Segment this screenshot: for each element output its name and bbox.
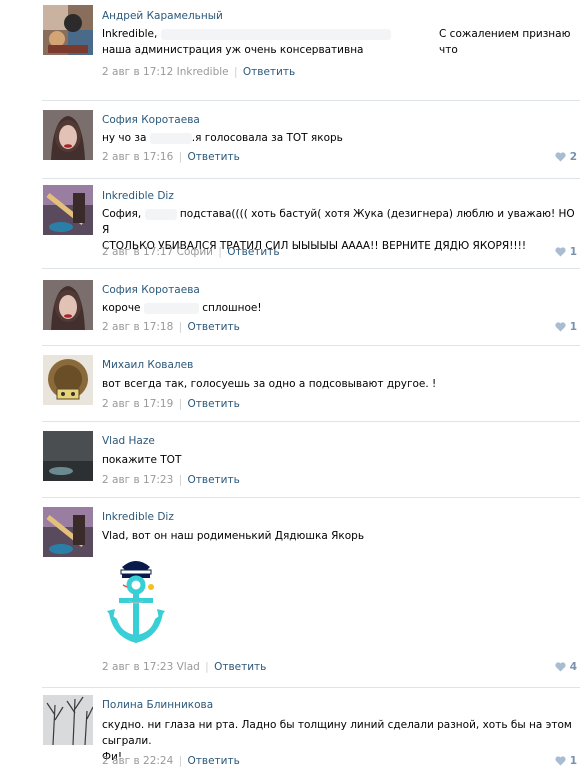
comment-date[interactable]: 2 авг в 17:17 (102, 246, 173, 258)
comment-text: Inkredible, С сожалением признаю что наш… (102, 26, 579, 58)
heart-icon (555, 152, 566, 162)
comment-meta: 2 авг в 22:24 | Ответить (102, 755, 240, 767)
comment-text-part: ну чо за (102, 132, 147, 144)
comment-author[interactable]: София Коротаева (102, 114, 200, 126)
comment-author[interactable]: Inkredible Diz (102, 190, 174, 202)
like-count: 2 (569, 151, 577, 163)
comment-meta: 2 авг в 17:23 | Ответить (102, 474, 240, 486)
comment-meta: 2 авг в 17:12 Inkredible | Ответить (102, 66, 296, 78)
comment-meta: 2 авг в 17:16 | Ответить (102, 151, 240, 163)
avatar[interactable] (43, 5, 93, 55)
comment-text-part: Vlad, вот он наш родименький Дядюшка Яко… (102, 530, 365, 542)
comment-date[interactable]: 2 авг в 17:16 (102, 151, 173, 163)
comment-7: Inkredible Diz Vlad, вот он наш родимень… (0, 497, 585, 687)
comment-author[interactable]: Михаил Ковалев (102, 359, 193, 371)
like-count: 1 (569, 321, 577, 333)
heart-icon (555, 247, 566, 257)
reply-button[interactable]: Ответить (227, 246, 279, 258)
comment-text-part: скудно. ни глаза ни рта. Ладно бы толщин… (102, 719, 572, 747)
comment-date[interactable]: 2 авг в 17:23 (102, 474, 173, 486)
comment-text: ну чо за .я голосовала за ТОТ якорь (102, 130, 579, 146)
like-count: 1 (569, 246, 577, 258)
like-count: 1 (569, 755, 577, 767)
comment-text-part: вот всегда так, голосуешь за одно а подс… (102, 378, 437, 390)
heart-icon (555, 662, 566, 672)
anchor-sailor-image[interactable] (105, 555, 167, 649)
reply-to[interactable]: Софии (177, 246, 213, 258)
comment-author[interactable]: Vlad Haze (102, 435, 155, 447)
heart-icon (555, 322, 566, 332)
like-count: 4 (569, 661, 577, 673)
comment-text: короче сплошное! (102, 300, 579, 316)
comment-author[interactable]: Полина Блинникова (102, 699, 213, 711)
avatar[interactable] (43, 431, 93, 481)
comment-date[interactable]: 2 авг в 17:18 (102, 321, 173, 333)
reply-button[interactable]: Ответить (188, 151, 240, 163)
comment-2: София Коротаева ну чо за .я голосовала з… (0, 100, 585, 180)
avatar[interactable] (43, 355, 93, 405)
comment-text-part: покажите ТОТ (102, 454, 182, 466)
reply-button[interactable]: Ответить (214, 661, 266, 673)
reply-to[interactable]: Inkredible (177, 66, 229, 78)
avatar[interactable] (43, 507, 93, 557)
comment-1: Андрей Карамельный Inkredible, С сожален… (0, 0, 585, 100)
comment-6: Vlad Haze покажите ТОТ 2 авг в 17:23 | О… (0, 421, 585, 497)
comment-date[interactable]: 2 авг в 17:12 (102, 66, 173, 78)
comment-date[interactable]: 2 авг в 22:24 (102, 755, 173, 767)
comment-text-part: Inkredible, (102, 28, 158, 40)
comment-text-part: София, (102, 208, 142, 220)
reply-button[interactable]: Ответить (188, 398, 240, 410)
like-button[interactable]: 4 (555, 661, 577, 673)
comment-text-part: короче (102, 302, 141, 314)
avatar[interactable] (43, 695, 93, 745)
comment-4: София Коротаева короче сплошное! 2 авг в… (0, 268, 585, 344)
comment-meta: 2 авг в 17:18 | Ответить (102, 321, 240, 333)
comment-meta: 2 авг в 17:19 | Ответить (102, 398, 240, 410)
like-button[interactable]: 1 (555, 246, 577, 258)
comment-text: Vlad, вот он наш родименький Дядюшка Яко… (102, 528, 579, 544)
like-button[interactable]: 1 (555, 755, 577, 767)
comment-text: вот всегда так, голосуешь за одно а подс… (102, 376, 579, 392)
comment-date[interactable]: 2 авг в 17:23 (102, 661, 173, 673)
reply-button[interactable]: Ответить (188, 474, 240, 486)
reply-button[interactable]: Ответить (243, 66, 295, 78)
reply-button[interactable]: Ответить (188, 321, 240, 333)
comment-text-part: наша администрация уж очень консервативн… (102, 44, 364, 56)
heart-icon (555, 756, 566, 766)
comment-text-part: С сожалением признаю что (439, 28, 571, 56)
avatar[interactable] (43, 280, 93, 330)
comment-author[interactable]: Inkredible Diz (102, 511, 174, 523)
comment-meta: 2 авг в 17:23 Vlad | Ответить (102, 661, 267, 673)
avatar[interactable] (43, 185, 93, 235)
comment-text-part: сплошное! (202, 302, 262, 314)
comment-author[interactable]: Андрей Карамельный (102, 10, 223, 22)
comment-5: Михаил Ковалев вот всегда так, голосуешь… (0, 345, 585, 423)
avatar[interactable] (43, 110, 93, 160)
like-button[interactable]: 2 (555, 151, 577, 163)
reply-to[interactable]: Vlad (177, 661, 200, 673)
comment-author[interactable]: София Коротаева (102, 284, 200, 296)
reply-button[interactable]: Ответить (188, 755, 240, 767)
comment-3: Inkredible Diz София, подстава(((( хоть … (0, 178, 585, 270)
like-button[interactable]: 1 (555, 321, 577, 333)
comment-text: покажите ТОТ (102, 452, 579, 468)
comment-date[interactable]: 2 авг в 17:19 (102, 398, 173, 410)
comment-8: Полина Блинникова скудно. ни глаза ни рт… (0, 687, 585, 779)
comment-text-part: .я голосовала за ТОТ якорь (191, 132, 343, 144)
comment-meta: 2 авг в 17:17 Софии | Ответить (102, 246, 280, 258)
